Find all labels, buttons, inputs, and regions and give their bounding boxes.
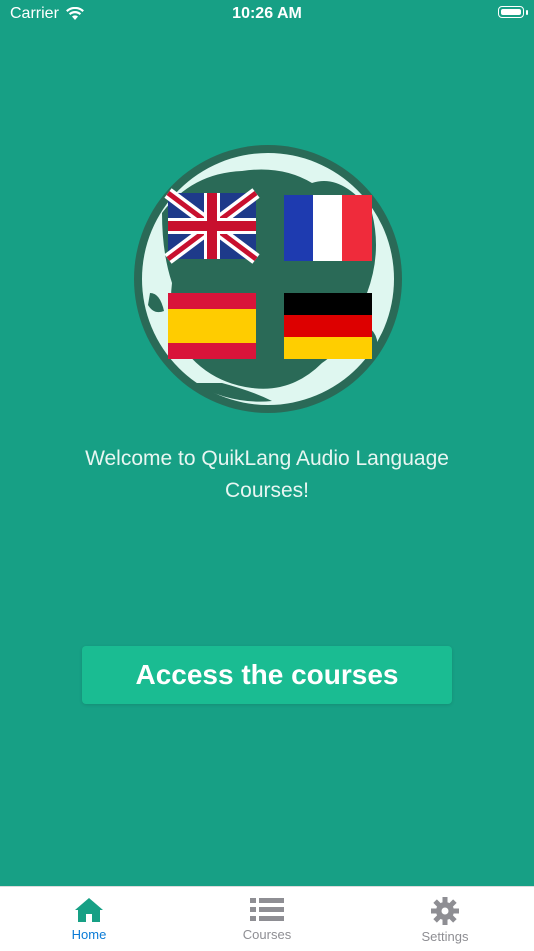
status-bar: Carrier 10:26 AM	[0, 0, 534, 28]
spain-flag	[168, 293, 256, 359]
tab-home-label: Home	[71, 927, 107, 942]
access-courses-button[interactable]: Access the courses	[82, 646, 452, 704]
app-logo	[132, 143, 404, 415]
germany-flag	[284, 293, 372, 359]
list-icon	[250, 898, 284, 921]
tab-courses[interactable]: Courses	[178, 887, 356, 951]
gear-icon	[431, 897, 459, 925]
status-time: 10:26 AM	[232, 5, 302, 22]
globe-icon	[134, 145, 402, 413]
tab-courses-label: Courses	[242, 927, 292, 942]
tab-bar: Home Courses Settings	[0, 886, 534, 951]
home-icon	[75, 898, 103, 922]
battery-icon	[498, 6, 524, 18]
tab-home[interactable]: Home	[0, 887, 178, 951]
france-flag	[284, 195, 372, 261]
welcome-message: Welcome to QuikLang Audio Language Cours…	[85, 447, 449, 502]
uk-flag	[164, 188, 260, 264]
tab-settings[interactable]: Settings	[356, 887, 534, 951]
tab-settings-label: Settings	[421, 929, 469, 944]
